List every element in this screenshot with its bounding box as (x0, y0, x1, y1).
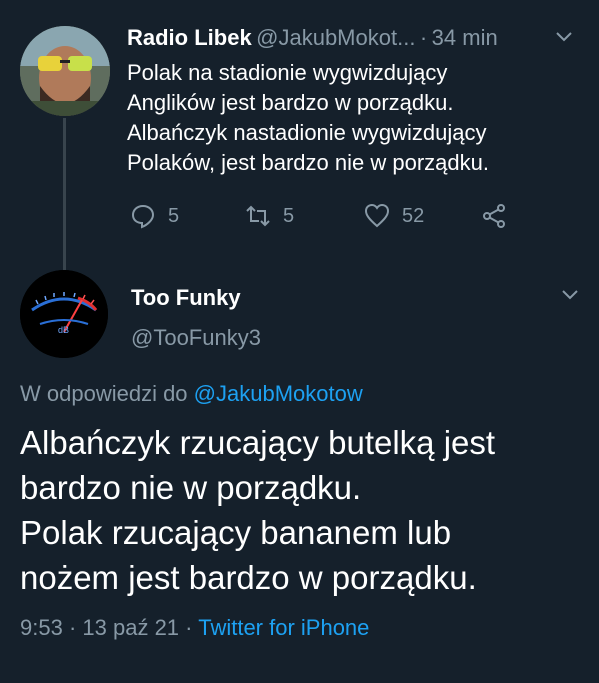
reply-icon (131, 204, 155, 229)
thread-connector-line (63, 118, 66, 270)
tweet1-header: Radio Libek @JakubMokot... · 34 min (127, 25, 498, 51)
tweet2-text: Albańczyk rzucający butelką jest bardzo … (20, 420, 495, 600)
user-handle[interactable]: @JakubMokot... (256, 25, 415, 50)
tweet-line: bardzo nie w porządku. (20, 469, 362, 506)
tweet-line: Polak na stadionie wygwizdujący (127, 60, 448, 85)
tweet2-menu-button[interactable] (560, 285, 580, 310)
tweet-line: Anglików jest bardzo w porządku. (127, 90, 454, 115)
tweet-line: Albańczyk rzucający butelką jest (20, 424, 496, 461)
tweet-line: Polaków, jest bardzo nie w porządku. (127, 150, 489, 175)
vu-meter-logo (20, 270, 108, 358)
share-icon (483, 204, 505, 228)
user-handle[interactable]: @TooFunky3 (131, 325, 261, 351)
meta-separator: · (185, 615, 193, 640)
tweet-date[interactable]: 13 paź 21 (82, 615, 179, 640)
display-name[interactable]: Radio Libek (127, 25, 252, 50)
tweet1-text: Polak na stadionie wygwizdujący Anglików… (127, 58, 489, 178)
reply-context: W odpowiedzi do @JakubMokotow (20, 381, 363, 407)
reply-prefix: W odpowiedzi do (20, 381, 188, 406)
retweet-icon (246, 205, 270, 227)
display-name[interactable]: Too Funky (131, 285, 241, 311)
avatar-db-label: dB (58, 325, 70, 335)
tweet-source-link[interactable]: Twitter for iPhone (198, 615, 369, 640)
header-separator: · (419, 25, 428, 50)
like-button[interactable]: 52 (364, 203, 424, 229)
tweet-line: Albańczyk nastadionie wygwizdujący (127, 120, 487, 145)
retweet-count: 5 (283, 204, 295, 227)
share-button[interactable] (481, 203, 519, 229)
tweet-line: Polak rzucający bananem lub (20, 514, 452, 551)
tweet1-menu-button[interactable] (554, 27, 574, 52)
retweet-button[interactable]: 5 (245, 203, 294, 229)
tweet2-metadata: 9:53 · 13 paź 21 · Twitter for iPhone (20, 615, 369, 641)
tweet-line: nożem jest bardzo w porządku. (20, 559, 477, 596)
avatar-radio-libek[interactable] (20, 26, 110, 116)
tweet-time[interactable]: 34 min (432, 25, 498, 50)
chevron-down-icon (562, 290, 578, 300)
like-count: 52 (402, 204, 425, 227)
meta-separator: · (68, 615, 77, 640)
avatar-too-funky[interactable]: dB (20, 270, 108, 358)
heart-icon (364, 203, 390, 228)
reply-to-link[interactable]: @JakubMokotow (194, 381, 363, 406)
tweet-time[interactable]: 9:53 (20, 615, 63, 640)
reply-button[interactable]: 5 (130, 203, 179, 229)
avatar-image (20, 26, 110, 116)
chevron-down-icon (556, 32, 572, 42)
reply-count: 5 (168, 204, 180, 227)
